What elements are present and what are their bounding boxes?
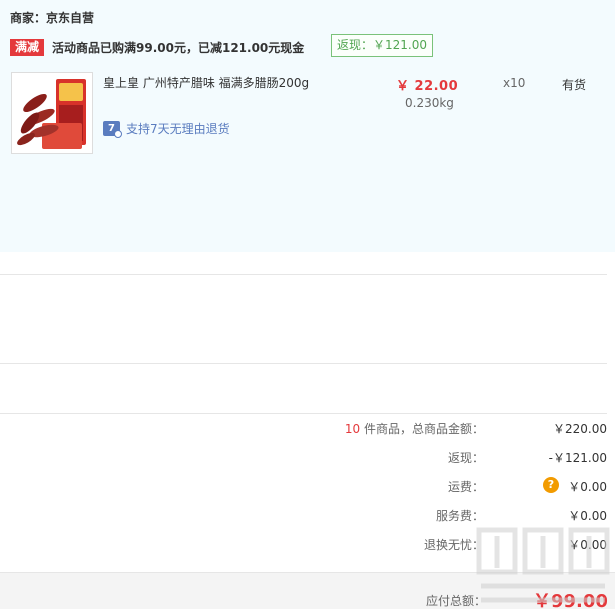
total-label: 应付总额： <box>426 594 487 608</box>
summary-subtotal-row: 10 件商品，总商品金额： ￥220.00 <box>0 420 607 438</box>
summary-count-label: 10 件商品，总商品金额： <box>345 420 484 437</box>
promo-tag: 满减 <box>10 38 45 56</box>
sausage-image-icon <box>12 73 92 153</box>
return-worry-free-label: 退换无忧： <box>423 538 484 552</box>
stock-status: 有货 <box>562 78 587 92</box>
merchant-label: 商家：京东自营 <box>10 11 95 25</box>
item-count-suffix: 件商品，总商品金额： <box>360 422 484 436</box>
service-fee-label: 服务费： <box>435 509 484 523</box>
cashback-value: -￥121.00 <box>548 451 607 465</box>
cashback-badge: 返现：￥121.00 <box>331 34 433 57</box>
help-icon[interactable]: ? <box>543 477 559 493</box>
product-image[interactable] <box>11 72 93 154</box>
promotion-row: 满减 活动商品已购满99.00元，已减121.00元现金 <box>10 38 304 56</box>
promo-text: 活动商品已购满99.00元，已减121.00元现金 <box>52 40 305 55</box>
subtotal-value: ￥220.00 <box>553 422 607 436</box>
summary-shipping-row: 运费： ? ￥0.00 <box>0 477 607 496</box>
summary-cashback-row: 返现： -￥121.00 <box>0 449 607 467</box>
item-count: 10 <box>344 422 361 436</box>
product-name[interactable]: 皇上皇 广州特产腊味 福满多腊肠200g <box>103 74 309 91</box>
summary-service-row: 服务费： ￥0.00 <box>0 507 607 525</box>
divider <box>0 274 607 275</box>
divider <box>0 413 607 414</box>
seven-day-return-icon: 7 <box>103 121 122 138</box>
product-quantity: x10 <box>503 76 526 90</box>
product-price: ￥ 22.00 <box>396 79 459 94</box>
return-policy[interactable]: 7 支持7天无理由退货 <box>103 120 230 138</box>
shipping-value: ￥0.00 <box>568 480 607 494</box>
divider <box>0 363 607 364</box>
total-value: ￥99.00 <box>533 591 608 609</box>
return-policy-text[interactable]: 支持7天无理由退货 <box>126 120 230 137</box>
return-worry-free-value: ￥0.00 <box>568 538 607 552</box>
shipping-label: 运费： <box>447 480 484 494</box>
service-fee-value: ￥0.00 <box>568 509 607 523</box>
product-weight: 0.230kg <box>405 96 454 110</box>
order-block: 商家：京东自营 满减 活动商品已购满99.00元，已减121.00元现金 返现：… <box>0 0 615 252</box>
summary-return-row: 退换无忧： ￥0.00 <box>0 536 607 554</box>
total-bar: 应付总额： ￥99.00 <box>0 572 615 609</box>
cashback-label: 返现： <box>447 451 484 465</box>
